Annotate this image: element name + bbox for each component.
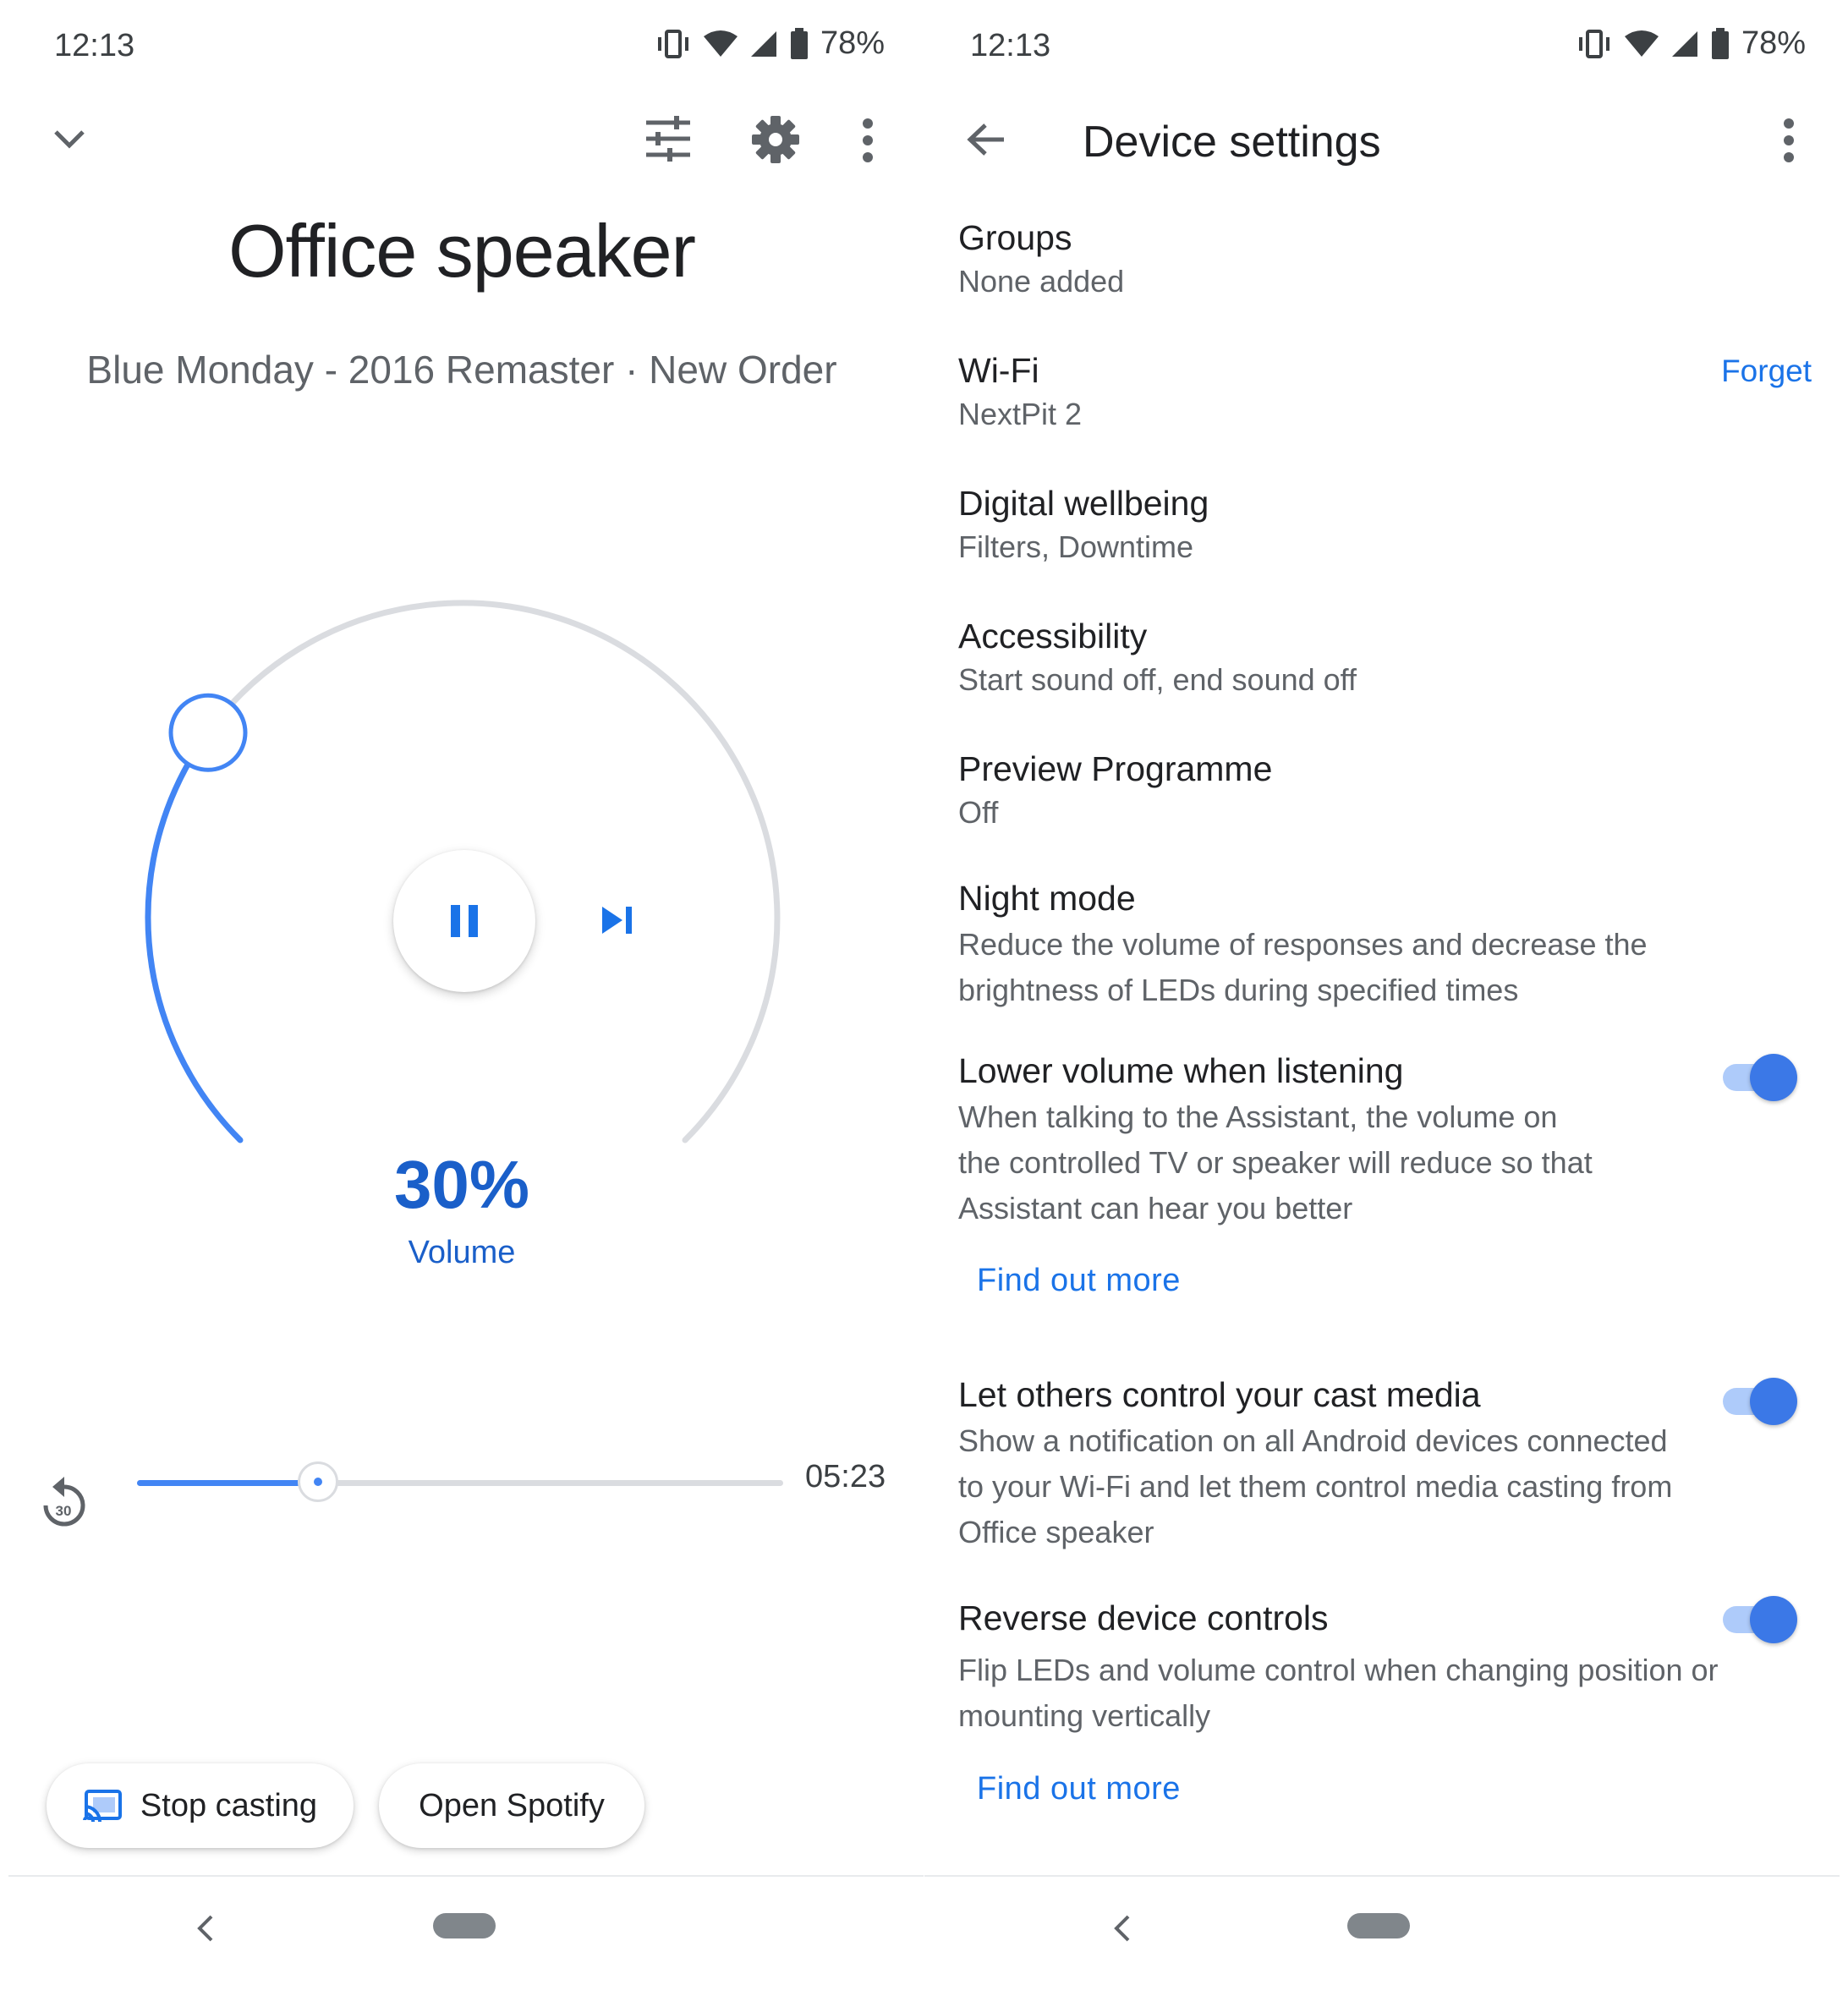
pause-button[interactable]: [393, 850, 535, 992]
setting-wifi-subtitle: NextPit 2: [958, 397, 1083, 431]
lower-volume-find-out-more-link[interactable]: Find out more: [977, 1263, 1181, 1299]
setting-accessibility-subtitle: Start sound off, end sound off: [958, 662, 1357, 697]
skip-next-button[interactable]: [592, 892, 643, 948]
back-arrow-icon[interactable]: [967, 122, 1006, 157]
wifi-forget-link[interactable]: Forget: [1721, 354, 1812, 389]
vibrate-icon: [1578, 29, 1609, 58]
pause-icon: [451, 905, 478, 937]
setting-lower-volume-subtitle-line2: the controlled TV or speaker will reduce…: [958, 1145, 1593, 1180]
volume-dial-knob[interactable]: [168, 693, 248, 772]
nav-divider: [8, 1875, 924, 1877]
volume-percent: 30%: [393, 1147, 530, 1222]
reverse-controls-find-out-more-link[interactable]: Find out more: [977, 1771, 1181, 1807]
stop-casting-label: Stop casting: [140, 1787, 318, 1823]
battery-percent: 78%: [1741, 25, 1806, 61]
signal-icon: [1671, 30, 1697, 57]
stop-casting-button[interactable]: Stop casting: [47, 1763, 354, 1848]
status-icons: 78%: [1576, 25, 1806, 62]
nav-back-icon[interactable]: [1111, 1913, 1132, 1944]
setting-reverse-controls-title[interactable]: Reverse device controls: [958, 1598, 1329, 1638]
more-vert-icon[interactable]: [1779, 118, 1798, 162]
device-settings-screen: 12:13 78% Device settings Groups None ad…: [924, 0, 1848, 1996]
reverse-controls-toggle[interactable]: [1719, 1591, 1797, 1647]
replay-seconds: 30: [56, 1503, 72, 1519]
open-spotify-button[interactable]: Open Spotify: [379, 1763, 644, 1848]
setting-lower-volume-title[interactable]: Lower volume when listening: [958, 1051, 1403, 1091]
setting-cast-control-subtitle-line2: to your Wi-Fi and let them control media…: [958, 1469, 1673, 1504]
page-title: Device settings: [1083, 118, 1381, 167]
nav-back-icon[interactable]: [195, 1913, 215, 1944]
nav-home-pill[interactable]: [433, 1913, 496, 1938]
setting-night-mode-title[interactable]: Night mode: [958, 879, 1136, 918]
volume-label: Volume: [408, 1235, 516, 1270]
setting-night-mode-subtitle-line1: Reduce the volume of responses and decre…: [958, 927, 1648, 962]
lower-volume-toggle[interactable]: [1719, 1049, 1797, 1105]
setting-lower-volume-subtitle-line3: Assistant can hear you better: [958, 1191, 1353, 1226]
seek-bar-thumb[interactable]: [297, 1461, 338, 1502]
status-time: 12:13: [970, 28, 1051, 63]
setting-lower-volume-subtitle-line1: When talking to the Assistant, the volum…: [958, 1099, 1558, 1134]
skip-next-icon: [602, 907, 632, 934]
track-duration: 05:23: [805, 1459, 886, 1494]
setting-cast-control-subtitle-line3: Office speaker: [958, 1515, 1154, 1549]
setting-accessibility-title[interactable]: Accessibility: [958, 617, 1147, 656]
now-playing-screen: 12:13 78% Office speaker Blue Monday - 2…: [0, 0, 924, 1996]
setting-digital-wellbeing-subtitle: Filters, Downtime: [958, 529, 1194, 564]
seek-bar-fill: [137, 1480, 318, 1486]
setting-night-mode-subtitle-line2: brightness of LEDs during specified time…: [958, 973, 1519, 1007]
setting-reverse-controls-subtitle-line2: mounting vertically: [958, 1698, 1211, 1733]
setting-cast-control-subtitle-line1: Show a notification on all Android devic…: [958, 1423, 1668, 1458]
open-spotify-label: Open Spotify: [419, 1787, 605, 1823]
cast-connected-icon: [82, 1790, 122, 1822]
setting-preview-programme-subtitle: Off: [958, 795, 999, 830]
seek-bar[interactable]: [137, 1461, 783, 1502]
setting-groups-title[interactable]: Groups: [958, 218, 1072, 258]
wifi-icon: [1624, 30, 1659, 57]
setting-reverse-controls-subtitle-line1: Flip LEDs and volume control when changi…: [958, 1653, 1719, 1687]
nav-divider: [924, 1875, 1840, 1877]
cast-control-toggle[interactable]: [1719, 1373, 1797, 1428]
nav-home-pill[interactable]: [1347, 1913, 1410, 1938]
setting-cast-control-title[interactable]: Let others control your cast media: [958, 1375, 1481, 1415]
volume-dial-fill: [145, 729, 244, 1143]
setting-digital-wellbeing-title[interactable]: Digital wellbeing: [958, 484, 1209, 524]
setting-wifi-title[interactable]: Wi-Fi: [958, 351, 1039, 391]
battery-icon: [1711, 27, 1729, 59]
setting-groups-subtitle: None added: [958, 264, 1125, 299]
setting-preview-programme-title[interactable]: Preview Programme: [958, 749, 1272, 789]
replay-30-icon[interactable]: 30: [34, 1472, 93, 1538]
